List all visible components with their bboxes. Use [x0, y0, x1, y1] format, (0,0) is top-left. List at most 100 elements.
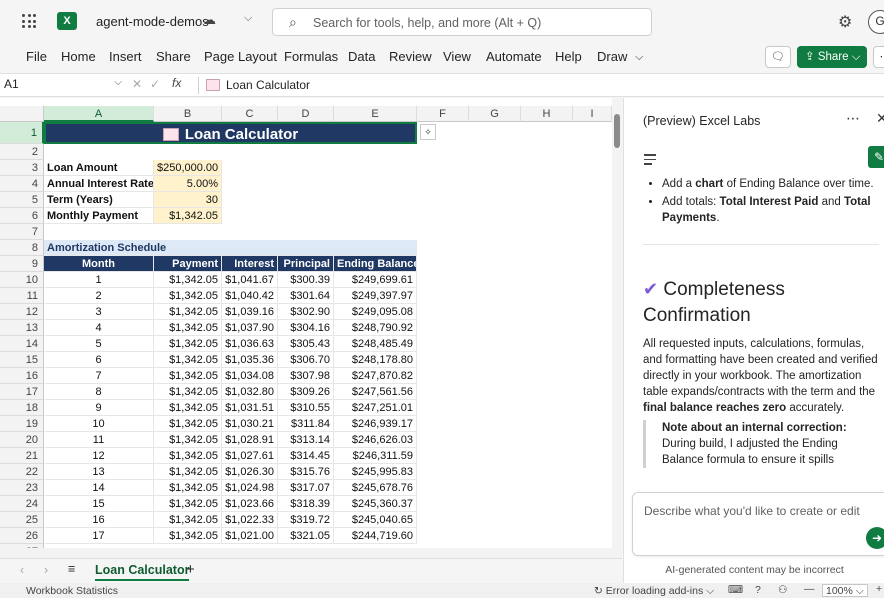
zoom-in-icon[interactable]: + — [876, 583, 882, 595]
sheet-tab-loan-calculator[interactable]: Loan Calculator — [95, 563, 190, 581]
share-button[interactable]: ⇪ Share ⌵ — [797, 46, 867, 68]
table-cell[interactable]: 3 — [44, 304, 154, 320]
menu-share[interactable]: Share — [156, 49, 191, 64]
pane-more-icon[interactable]: ⋯ — [846, 110, 860, 127]
table-cell[interactable]: $1,342.05 — [154, 416, 222, 432]
table-cell[interactable]: $305.43 — [278, 336, 334, 352]
table-cell[interactable]: $249,397.97 — [334, 288, 417, 304]
row-header[interactable]: 13 — [0, 320, 44, 336]
input-label[interactable]: Annual Interest Rate — [44, 176, 154, 192]
table-cell[interactable]: $248,485.49 — [334, 336, 417, 352]
table-cell[interactable]: $1,342.05 — [154, 320, 222, 336]
column-header-b[interactable]: B — [154, 106, 222, 122]
spreadsheet-grid[interactable]: ABCDEFGHI 1 2 3 4 5 6 7 8 9 10 11 12 13 14 15 16 17 18 19 2… — [0, 98, 622, 558]
table-cell[interactable]: $1,028.91 — [222, 432, 278, 448]
table-cell[interactable]: $245,040.65 — [334, 512, 417, 528]
column-header-f[interactable]: F — [417, 106, 469, 122]
user-avatar[interactable]: G — [868, 10, 884, 34]
table-cell[interactable]: $314.45 — [278, 448, 334, 464]
formula-input[interactable]: Loan Calculator — [226, 78, 310, 92]
table-cell[interactable]: $1,342.05 — [154, 288, 222, 304]
addins-status[interactable]: ↻ Error loading add-ins ⌵ — [594, 585, 714, 598]
table-cell[interactable]: $321.05 — [278, 528, 334, 544]
table-cell[interactable]: 6 — [44, 352, 154, 368]
input-value[interactable]: 5.00% — [154, 176, 222, 192]
table-cell[interactable]: $301.64 — [278, 288, 334, 304]
table-cell[interactable]: $302.90 — [278, 304, 334, 320]
table-cell[interactable]: $249,699.61 — [334, 272, 417, 288]
row-header[interactable]: 8 — [0, 240, 44, 256]
table-cell[interactable]: 11 — [44, 432, 154, 448]
table-header[interactable]: Ending Balance — [334, 256, 417, 272]
table-cell[interactable]: 14 — [44, 480, 154, 496]
prompt-input[interactable]: Describe what you'd like to create or ed… — [632, 492, 884, 556]
table-cell[interactable]: $1,342.05 — [154, 272, 222, 288]
table-cell[interactable]: $317.07 — [278, 480, 334, 496]
table-cell[interactable]: 1 — [44, 272, 154, 288]
row-header[interactable]: 5 — [0, 192, 44, 208]
table-cell[interactable]: $248,178.80 — [334, 352, 417, 368]
row-header[interactable]: 7 — [0, 224, 44, 240]
keyboard-icon[interactable]: ⌨ — [728, 584, 743, 596]
table-cell[interactable]: 5 — [44, 336, 154, 352]
app-launcher-icon[interactable] — [22, 14, 36, 28]
document-title[interactable]: agent-mode-demos — [96, 14, 209, 29]
table-cell[interactable]: $1,342.05 — [154, 448, 222, 464]
table-cell[interactable]: $1,021.00 — [222, 528, 278, 544]
table-cell[interactable]: $248,790.92 — [334, 320, 417, 336]
table-cell[interactable]: $1,031.51 — [222, 400, 278, 416]
table-cell[interactable]: 15 — [44, 496, 154, 512]
table-cell[interactable]: $1,342.05 — [154, 304, 222, 320]
table-cell[interactable]: $1,342.05 — [154, 336, 222, 352]
all-sheets-menu-icon[interactable]: ≡ — [68, 562, 75, 576]
workbook-statistics[interactable]: Workbook Statistics — [26, 585, 118, 597]
table-cell[interactable]: 2 — [44, 288, 154, 304]
vertical-scrollbar[interactable] — [612, 98, 622, 558]
row-header[interactable]: 15 — [0, 352, 44, 368]
table-cell[interactable]: $244,719.60 — [334, 528, 417, 544]
column-header-i[interactable]: I — [573, 106, 612, 122]
search-box[interactable]: ⌕ Search for tools, help, and more (Alt … — [272, 8, 652, 36]
row-header[interactable]: 26 — [0, 528, 44, 544]
table-cell[interactable]: $247,251.01 — [334, 400, 417, 416]
name-box[interactable]: A1 ⌵ — [4, 77, 128, 94]
table-cell[interactable]: $1,041.67 — [222, 272, 278, 288]
table-cell[interactable]: $300.39 — [278, 272, 334, 288]
history-menu-icon[interactable] — [644, 154, 656, 168]
table-cell[interactable]: 7 — [44, 368, 154, 384]
table-cell[interactable]: $1,342.05 — [154, 352, 222, 368]
table-cell[interactable]: $1,342.05 — [154, 512, 222, 528]
ribbon-overflow-chevron-icon[interactable]: ⌵ — [635, 51, 643, 64]
menu-automate[interactable]: Automate — [486, 49, 542, 64]
row-header[interactable]: 25 — [0, 512, 44, 528]
row-header[interactable]: 20 — [0, 432, 44, 448]
table-header[interactable]: Principal — [278, 256, 334, 272]
table-cell[interactable]: $1,039.16 — [222, 304, 278, 320]
comments-button[interactable]: 🗨 — [765, 46, 791, 68]
table-cell[interactable]: $1,342.05 — [154, 432, 222, 448]
send-arrow-icon[interactable]: ➜ — [866, 527, 884, 549]
input-label[interactable]: Loan Amount — [44, 160, 154, 176]
chevron-down-icon[interactable]: ⌵ — [244, 12, 252, 25]
row-header[interactable]: 19 — [0, 416, 44, 432]
row-header[interactable]: 22 — [0, 464, 44, 480]
input-value[interactable]: $1,342.05 — [154, 208, 222, 224]
table-cell[interactable]: $1,024.98 — [222, 480, 278, 496]
column-header-d[interactable]: D — [278, 106, 334, 122]
table-cell[interactable]: $307.98 — [278, 368, 334, 384]
row-header[interactable]: 9 — [0, 256, 44, 272]
table-header[interactable]: Month — [44, 256, 154, 272]
table-cell[interactable]: $1,026.30 — [222, 464, 278, 480]
prev-sheet-icon[interactable]: ‹ — [20, 563, 24, 577]
table-cell[interactable]: 9 — [44, 400, 154, 416]
row-header[interactable]: 16 — [0, 368, 44, 384]
row-header[interactable]: 23 — [0, 480, 44, 496]
menu-formulas[interactable]: Formulas — [284, 49, 338, 64]
cancel-icon[interactable]: ✕ — [132, 77, 142, 91]
table-cell[interactable]: $249,095.08 — [334, 304, 417, 320]
input-value[interactable]: $250,000.00 — [154, 160, 222, 176]
row-header[interactable]: 4 — [0, 176, 44, 192]
table-cell[interactable]: $245,995.83 — [334, 464, 417, 480]
scroll-thumb[interactable] — [614, 114, 620, 148]
quick-analysis-icon[interactable]: ✧ — [420, 124, 436, 140]
